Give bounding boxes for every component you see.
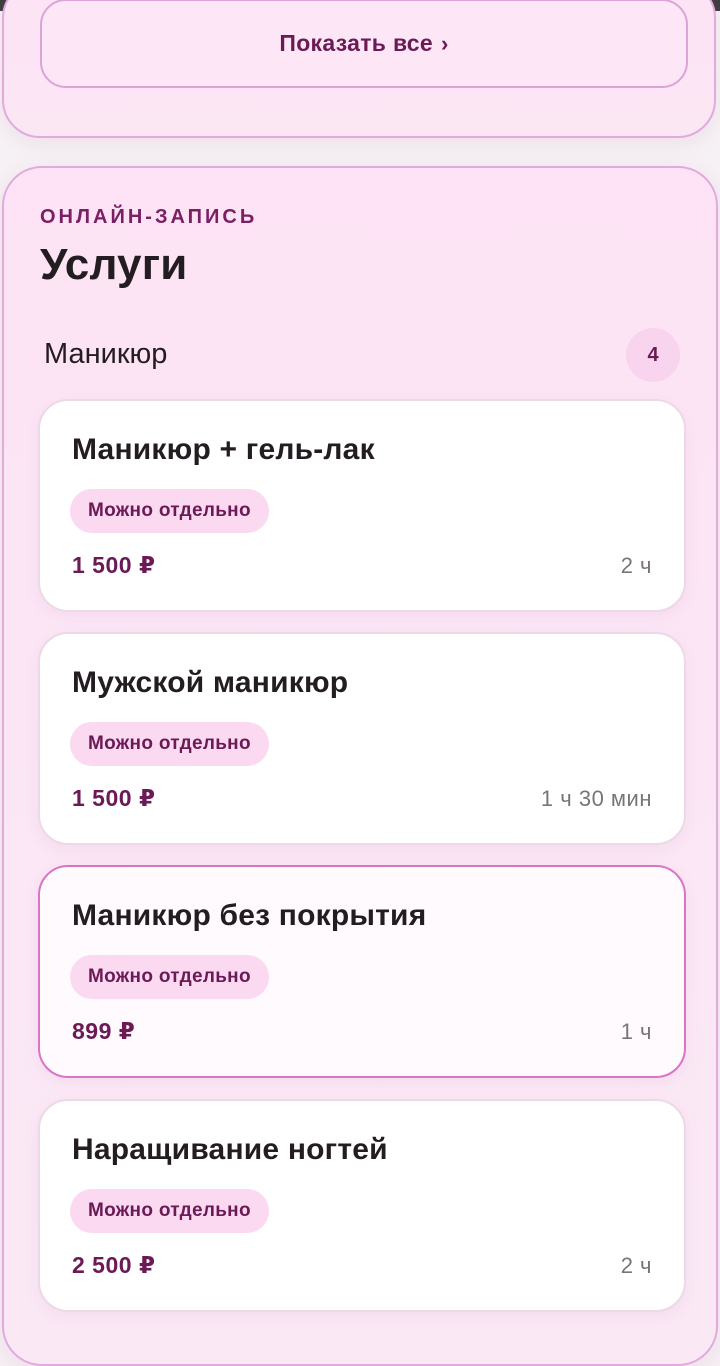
service-card-nail-extension[interactable]: Наращивание ногтей Можно отдельно 2 500 … bbox=[38, 1099, 686, 1312]
services-panel: ОНЛАЙН-ЗАПИСЬ Услуги Маникюр 4 Маникюр +… bbox=[2, 166, 718, 1366]
service-duration: 1 ч bbox=[620, 1019, 652, 1044]
service-price: 2 500 ₽ bbox=[72, 1252, 156, 1278]
service-card-gel-manicure[interactable]: Маникюр + гель-лак Можно отдельно 1 500 … bbox=[38, 399, 686, 612]
category-name: Маникюр bbox=[44, 338, 168, 370]
section-title: Услуги bbox=[40, 240, 188, 289]
show-all-label: Показать все bbox=[279, 30, 433, 56]
service-duration: 2 ч bbox=[620, 553, 652, 578]
standalone-tag: Можно отдельно bbox=[70, 1189, 269, 1233]
category-header-manicure[interactable]: Маникюр 4 bbox=[44, 328, 680, 382]
standalone-tag: Можно отдельно bbox=[70, 489, 269, 533]
show-all-button[interactable]: Показать все › bbox=[40, 0, 688, 88]
service-price: 1 500 ₽ bbox=[72, 785, 156, 811]
service-card-mens-manicure[interactable]: Мужской маникюр Можно отдельно 1 500 ₽ 1… bbox=[38, 632, 686, 845]
service-duration: 2 ч bbox=[620, 1253, 652, 1278]
service-name: Маникюр + гель-лак bbox=[72, 433, 375, 466]
standalone-tag: Можно отдельно bbox=[70, 955, 269, 999]
service-name: Маникюр без покрытия bbox=[72, 899, 427, 932]
service-price: 1 500 ₽ bbox=[72, 552, 156, 578]
service-name: Наращивание ногтей bbox=[72, 1133, 388, 1166]
service-duration: 1 ч 30 мин bbox=[540, 786, 652, 811]
previous-section-panel: Показать все › bbox=[2, 0, 716, 138]
chevron-right-icon: › bbox=[441, 30, 449, 56]
category-count-badge: 4 bbox=[626, 328, 680, 382]
standalone-tag: Можно отдельно bbox=[70, 722, 269, 766]
service-name: Мужской маникюр bbox=[72, 666, 349, 699]
section-eyebrow: ОНЛАЙН-ЗАПИСЬ bbox=[40, 206, 258, 228]
service-card-no-coating-manicure[interactable]: Маникюр без покрытия Можно отдельно 899 … bbox=[38, 865, 686, 1078]
service-price: 899 ₽ bbox=[72, 1018, 136, 1044]
